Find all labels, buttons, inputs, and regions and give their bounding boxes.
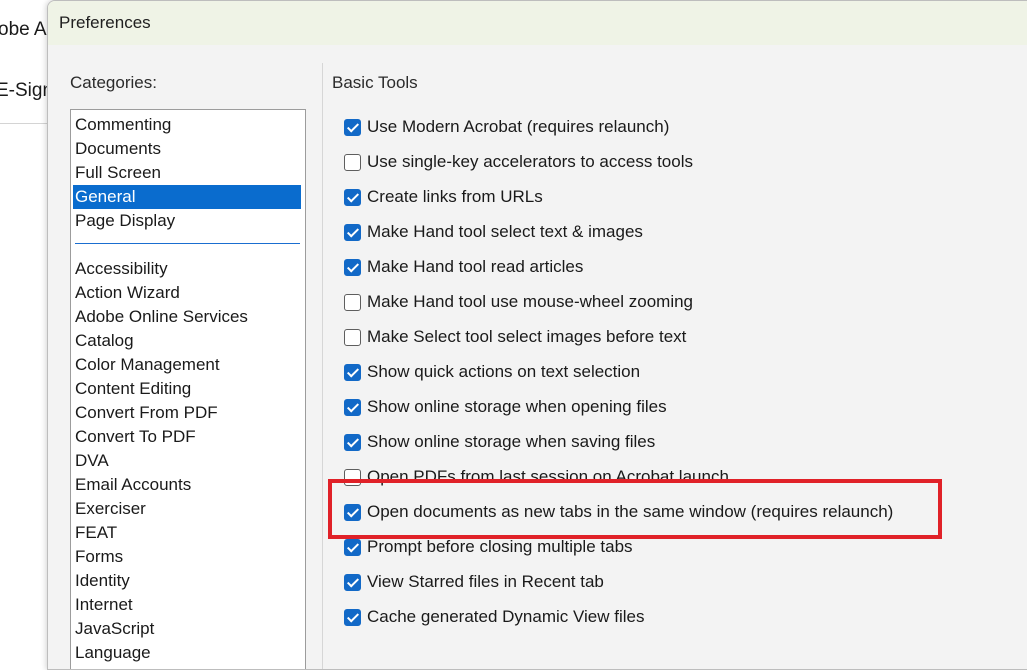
option-label: Show quick actions on text selection	[367, 362, 641, 381]
option-make-hand-tool-use-mouse-wheel-zooming[interactable]: Make Hand tool use mouse-wheel zooming	[344, 290, 693, 314]
option-label: Cache generated Dynamic View files	[367, 607, 645, 626]
title-bar[interactable]: Preferences	[48, 1, 1027, 45]
option-open-documents-as-new-tabs-in-the-same-window-requires-relaunch[interactable]: Open documents as new tabs in the same w…	[344, 500, 893, 524]
category-item-commenting[interactable]: Commenting	[73, 113, 301, 137]
option-label: Make Hand tool select text & images	[367, 222, 643, 241]
dialog-title: Preferences	[59, 13, 151, 32]
background-app-menu-item[interactable]: E-Sign	[0, 80, 53, 102]
checkbox[interactable]	[344, 573, 361, 591]
categories-list[interactable]: Commenting Documents Full Screen General Pag…	[70, 109, 306, 669]
option-show-online-storage-when-opening-files[interactable]: Show online storage when opening files	[344, 395, 667, 419]
option-make-select-tool-select-images-before-text[interactable]: Make Select tool select images before te…	[344, 325, 686, 349]
category-item-action-wizard[interactable]: Action Wizard	[73, 281, 301, 305]
checkbox[interactable]	[344, 363, 361, 381]
checkbox[interactable]	[344, 328, 361, 346]
checkbox[interactable]	[344, 223, 361, 241]
option-create-links-from-urls[interactable]: Create links from URLs	[344, 185, 543, 209]
checkbox[interactable]	[344, 118, 361, 136]
category-item-internet[interactable]: Internet	[73, 593, 301, 617]
checkbox[interactable]	[344, 608, 361, 626]
category-item-adobe-online-services[interactable]: Adobe Online Services	[73, 305, 301, 329]
option-label: Show online storage when saving files	[367, 432, 656, 451]
category-item-general[interactable]: General	[73, 185, 301, 209]
checkbox[interactable]	[344, 503, 361, 521]
preferences-dialog: Preferences Categories: Commenting Docume…	[47, 0, 1027, 670]
option-label: Show online storage when opening files	[367, 397, 667, 416]
option-label: View Starred files in Recent tab	[367, 572, 604, 591]
option-open-pdfs-from-last-session-on-acrobat-launch[interactable]: Open PDFs from last session on Acrobat l…	[344, 465, 729, 489]
background-divider	[0, 123, 47, 124]
option-make-hand-tool-read-articles[interactable]: Make Hand tool read articles	[344, 255, 583, 279]
category-item-full-screen[interactable]: Full Screen	[73, 161, 301, 185]
category-item-accessibility[interactable]: Accessibility	[73, 257, 301, 281]
option-make-hand-tool-select-text-images[interactable]: Make Hand tool select text & images	[344, 220, 643, 244]
category-item-content-editing[interactable]: Content Editing	[73, 377, 301, 401]
option-show-quick-actions-on-text-selection[interactable]: Show quick actions on text selection	[344, 360, 640, 384]
option-label: Make Hand tool read articles	[367, 257, 584, 276]
category-item-catalog[interactable]: Catalog	[73, 329, 301, 353]
category-item-email-accounts[interactable]: Email Accounts	[73, 473, 301, 497]
option-show-online-storage-when-saving-files[interactable]: Show online storage when saving files	[344, 430, 655, 454]
option-label: Make Select tool select images before te…	[367, 327, 687, 346]
category-separator	[75, 243, 300, 244]
category-item-dva[interactable]: DVA	[73, 449, 301, 473]
checkbox[interactable]	[344, 153, 361, 171]
category-item-identity[interactable]: Identity	[73, 569, 301, 593]
category-item-color-management[interactable]: Color Management	[73, 353, 301, 377]
option-label: Prompt before closing multiple tabs	[367, 537, 633, 556]
option-label: Make Hand tool use mouse-wheel zooming	[367, 292, 694, 311]
category-item-exerciser[interactable]: Exerciser	[73, 497, 301, 521]
category-item-page-display[interactable]: Page Display	[73, 209, 301, 233]
checkbox[interactable]	[344, 258, 361, 276]
option-view-starred-files-in-recent-tab[interactable]: View Starred files in Recent tab	[344, 570, 604, 594]
option-use-single-key-accelerators-to-access-tools[interactable]: Use single-key accelerators to access to…	[344, 150, 693, 174]
checkbox[interactable]	[344, 188, 361, 206]
category-item-convert-to-pdf[interactable]: Convert To PDF	[73, 425, 301, 449]
option-label: Create links from URLs	[367, 187, 543, 206]
category-item-convert-from-pdf[interactable]: Convert From PDF	[73, 401, 301, 425]
category-item-forms[interactable]: Forms	[73, 545, 301, 569]
category-item-documents[interactable]: Documents	[73, 137, 301, 161]
option-label: Open PDFs from last session on Acrobat l…	[367, 467, 729, 486]
option-label: Use single-key accelerators to access to…	[367, 152, 693, 171]
panel-divider	[322, 63, 323, 669]
checkbox[interactable]	[344, 293, 361, 311]
section-title: Basic Tools	[332, 73, 418, 92]
checkbox[interactable]	[344, 538, 361, 556]
categories-label: Categories:	[70, 73, 157, 92]
checkbox[interactable]	[344, 433, 361, 451]
option-cache-generated-dynamic-view-files[interactable]: Cache generated Dynamic View files	[344, 605, 645, 629]
option-prompt-before-closing-multiple-tabs[interactable]: Prompt before closing multiple tabs	[344, 535, 633, 559]
option-use-modern-acrobat-requires-relaunch[interactable]: Use Modern Acrobat (requires relaunch)	[344, 115, 669, 139]
option-label: Open documents as new tabs in the same w…	[367, 502, 894, 521]
category-item-language[interactable]: Language	[73, 641, 301, 665]
category-item-javascript[interactable]: JavaScript	[73, 617, 301, 641]
checkbox[interactable]	[344, 398, 361, 416]
category-item-feat[interactable]: FEAT	[73, 521, 301, 545]
checkbox[interactable]	[344, 468, 361, 486]
option-label: Use Modern Acrobat (requires relaunch)	[367, 117, 670, 136]
